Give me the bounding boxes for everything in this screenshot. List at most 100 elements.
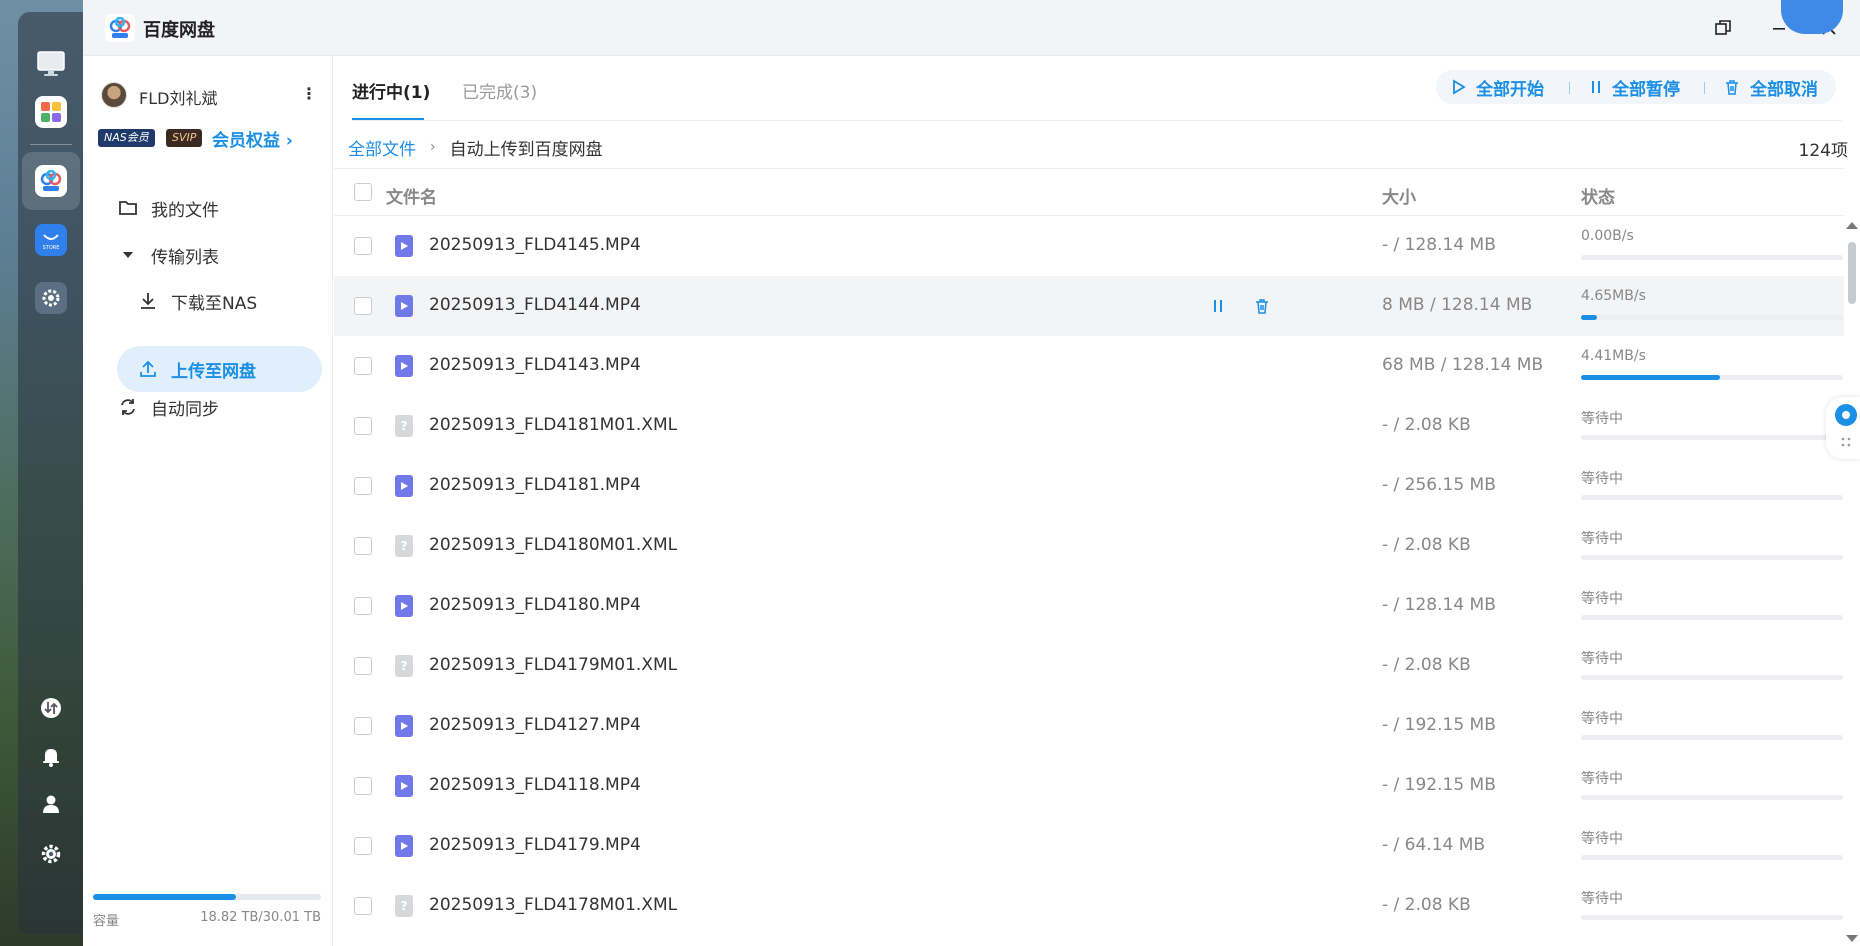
video-file-icon bbox=[395, 355, 413, 377]
row-checkbox[interactable] bbox=[354, 657, 372, 675]
row-checkbox[interactable] bbox=[354, 777, 372, 795]
progress-bar bbox=[1581, 675, 1843, 680]
select-all-checkbox[interactable] bbox=[354, 183, 372, 201]
maximize-button[interactable] bbox=[1709, 14, 1737, 42]
table-row[interactable]: ? 20250913_FLD4178M01.XML - / 2.08 KB 等待中 bbox=[334, 876, 1844, 936]
main-content: 进行中(1) 已完成(3) 全部开始 全部暂停 全部取消 全部文件 › 自动上传… bbox=[334, 56, 1860, 946]
cancel-all-button[interactable]: 全部取消 bbox=[1724, 70, 1818, 104]
sidebar-item-label: 下载至NAS bbox=[171, 293, 258, 314]
sync-icon bbox=[117, 396, 139, 418]
transfer-status: 等待中 bbox=[1581, 771, 1623, 787]
bell-icon[interactable] bbox=[35, 740, 67, 772]
sidebar: FLD刘礼斌 ⋮ NAS会员 SVIP 会员权益 › 我的文件 传输列表 下载至… bbox=[83, 56, 333, 946]
pause-all-button[interactable]: 全部暂停 bbox=[1590, 70, 1680, 104]
row-checkbox[interactable] bbox=[354, 537, 372, 555]
table-row[interactable]: ? 20250913_FLD4181M01.XML - / 2.08 KB 等待中 bbox=[334, 396, 1844, 456]
table-row[interactable]: 20250913_FLD4118.MP4 - / 192.15 MB 等待中 bbox=[334, 756, 1844, 816]
sidebar-item-transfer-list[interactable]: 传输列表 bbox=[117, 232, 317, 278]
column-status-header[interactable]: 状态 bbox=[1581, 183, 1615, 208]
table-row[interactable]: ? 20250913_FLD4180M01.XML - / 2.08 KB 等待中 bbox=[334, 516, 1844, 576]
file-name: 20250913_FLD4180.MP4 bbox=[429, 595, 641, 615]
table-row[interactable]: 20250913_FLD4127.MP4 - / 192.15 MB 等待中 bbox=[334, 696, 1844, 756]
row-checkbox[interactable] bbox=[354, 417, 372, 435]
user-name: FLD刘礼斌 bbox=[139, 89, 218, 108]
start-all-button[interactable]: 全部开始 bbox=[1452, 70, 1544, 104]
video-file-icon bbox=[395, 775, 413, 797]
video-file-icon bbox=[395, 595, 413, 617]
column-name-header[interactable]: 文件名 bbox=[386, 183, 437, 208]
video-file-icon bbox=[395, 715, 413, 737]
scrollbar-thumb[interactable] bbox=[1848, 242, 1856, 304]
avatar[interactable] bbox=[101, 82, 127, 108]
transfer-icon[interactable] bbox=[35, 692, 67, 724]
file-size: - / 128.14 MB bbox=[1382, 235, 1496, 255]
table-header: 文件名 大小 状态 bbox=[334, 168, 1844, 216]
breadcrumb-root[interactable]: 全部文件 bbox=[348, 135, 416, 160]
unknown-file-icon: ? bbox=[395, 535, 413, 557]
row-checkbox[interactable] bbox=[354, 717, 372, 735]
row-checkbox[interactable] bbox=[354, 837, 372, 855]
progress-bar bbox=[1581, 915, 1843, 920]
baidu-netdisk-icon[interactable] bbox=[35, 165, 67, 197]
transfer-status: 等待中 bbox=[1581, 531, 1623, 547]
file-name: 20250913_FLD4178M01.XML bbox=[429, 895, 678, 915]
tab-completed[interactable]: 已完成(3) bbox=[462, 78, 537, 103]
transfer-status: 等待中 bbox=[1581, 411, 1623, 427]
unknown-file-icon: ? bbox=[395, 415, 413, 437]
user-menu-icon[interactable]: ⋮ bbox=[301, 84, 317, 103]
file-size: - / 2.08 KB bbox=[1382, 535, 1471, 555]
scroll-down-arrow-icon[interactable] bbox=[1846, 935, 1858, 942]
user-profile[interactable]: FLD刘礼斌 ⋮ bbox=[101, 82, 321, 110]
breadcrumb-current: 自动上传到百度网盘 bbox=[449, 139, 603, 160]
row-checkbox[interactable] bbox=[354, 297, 372, 315]
store-icon[interactable]: STORE bbox=[35, 224, 67, 256]
gear-icon[interactable] bbox=[35, 838, 67, 870]
monitor-icon[interactable] bbox=[35, 48, 67, 80]
transfer-status: 等待中 bbox=[1581, 651, 1623, 667]
floating-assistant-button[interactable] bbox=[1826, 397, 1860, 459]
table-row[interactable]: 20250913_FLD4143.MP4 68 MB / 128.14 MB 4.4… bbox=[334, 336, 1844, 396]
file-size: - / 128.14 MB bbox=[1382, 595, 1496, 615]
table-row[interactable]: 20250913_FLD4180.MP4 - / 128.14 MB 等待中 bbox=[334, 576, 1844, 636]
toolbar-separator bbox=[1569, 82, 1570, 94]
svg-text:STORE: STORE bbox=[43, 245, 60, 251]
unknown-file-icon: ? bbox=[395, 655, 413, 677]
breadcrumb: 全部文件 › 自动上传到百度网盘 bbox=[348, 132, 603, 162]
row-delete-button[interactable] bbox=[1250, 294, 1274, 318]
sidebar-item-download-nas[interactable]: 下载至NAS bbox=[117, 278, 322, 324]
table-row[interactable]: 20250913_FLD4145.MP4 - / 128.14 MB 0.00B/s bbox=[334, 216, 1844, 276]
assistant-badge-icon[interactable] bbox=[1781, 0, 1843, 34]
user-icon[interactable] bbox=[35, 788, 67, 820]
scroll-up-arrow-icon[interactable] bbox=[1846, 222, 1858, 229]
tabs-divider bbox=[352, 120, 1842, 121]
settings-gear-icon[interactable] bbox=[35, 282, 67, 314]
row-checkbox[interactable] bbox=[354, 597, 372, 615]
table-row[interactable]: ? 20250913_FLD4179M01.XML - / 2.08 KB 等待中 bbox=[334, 636, 1844, 696]
nas-member-badge: NAS会员 bbox=[98, 129, 155, 147]
row-pause-button[interactable] bbox=[1206, 294, 1230, 318]
progress-bar-fill bbox=[1581, 375, 1720, 380]
table-row[interactable]: 20250913_FLD4181.MP4 - / 256.15 MB 等待中 bbox=[334, 456, 1844, 516]
transfer-status: 等待中 bbox=[1581, 711, 1623, 727]
scrollbar[interactable] bbox=[1844, 222, 1858, 942]
tab-in-progress[interactable]: 进行中(1) bbox=[352, 78, 430, 103]
row-checkbox[interactable] bbox=[354, 897, 372, 915]
row-checkbox[interactable] bbox=[354, 357, 372, 375]
sidebar-item-my-files[interactable]: 我的文件 bbox=[117, 185, 317, 231]
file-size: - / 256.15 MB bbox=[1382, 475, 1496, 495]
row-checkbox[interactable] bbox=[354, 477, 372, 495]
apps-grid-icon[interactable] bbox=[35, 96, 67, 128]
sidebar-item-auto-sync[interactable]: 自动同步 bbox=[117, 384, 317, 430]
upload-icon bbox=[137, 358, 159, 380]
file-name: 20250913_FLD4180M01.XML bbox=[429, 535, 678, 555]
item-count: 124项 bbox=[1798, 141, 1848, 161]
column-size-header[interactable]: 大小 bbox=[1382, 183, 1416, 208]
pause-icon bbox=[1590, 80, 1602, 94]
dock-separator bbox=[30, 144, 72, 145]
progress-bar bbox=[1581, 495, 1843, 500]
member-benefits-link[interactable]: 会员权益 › bbox=[212, 126, 293, 151]
row-checkbox[interactable] bbox=[354, 237, 372, 255]
table-row[interactable]: 20250913_FLD4144.MP4 8 MB / 128.14 MB 4.65… bbox=[334, 276, 1844, 336]
file-name: 20250913_FLD4179M01.XML bbox=[429, 655, 678, 675]
table-row[interactable]: 20250913_FLD4179.MP4 - / 64.14 MB 等待中 bbox=[334, 816, 1844, 876]
